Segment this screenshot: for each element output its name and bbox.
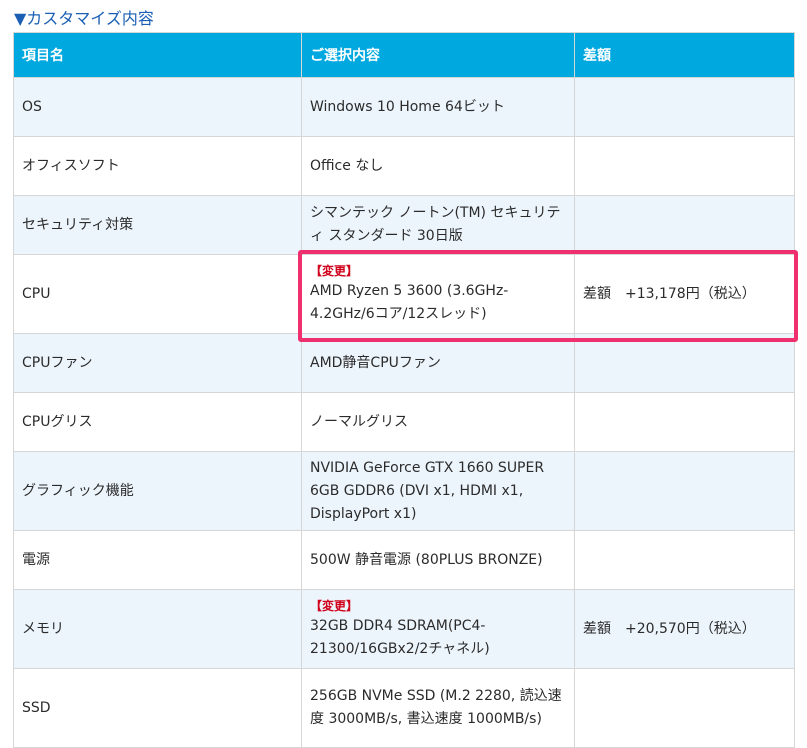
row-selection: 【変更】 32GB DDR4 SDRAM(PC4-21300/16GBx2/2チ… (301, 589, 575, 669)
selection-text: Windows 10 Home 64ビット (310, 98, 505, 115)
row-item-name: CPUグリス (13, 392, 302, 452)
row-difference (574, 451, 795, 531)
table-row: CPU 【変更】 AMD Ryzen 5 3600 (3.6GHz-4.2GHz… (13, 254, 795, 334)
changed-badge: 【変更】 (310, 264, 359, 278)
table-row: セキュリティ対策 シマンテック ノートン(TM) セキュリティ スタンダード 3… (13, 195, 795, 255)
row-difference: 差額 +13,178円（税込） (574, 254, 795, 334)
row-item-name: CPUファン (13, 333, 302, 393)
row-selection: シマンテック ノートン(TM) セキュリティ スタンダード 30日版 (301, 195, 575, 255)
selection-text: 32GB DDR4 SDRAM(PC4-21300/16GBx2/2チャネル) (310, 618, 490, 657)
column-header-selection: ご選択内容 (301, 32, 575, 78)
selection-text: シマンテック ノートン(TM) セキュリティ スタンダード 30日版 (310, 205, 561, 244)
row-item-name: メモリ (13, 589, 302, 669)
selection-text: 500W 静音電源 (80PLUS BRONZE) (310, 551, 543, 568)
row-difference (574, 195, 795, 255)
table-row: CPUグリス ノーマルグリス (13, 392, 795, 452)
row-difference (574, 333, 795, 393)
row-item-name: セキュリティ対策 (13, 195, 302, 255)
table-row: SSD 256GB NVMe SSD (M.2 2280, 読込速度 3000M… (13, 668, 795, 748)
column-header-difference: 差額 (574, 32, 795, 78)
row-item-name: 電源 (13, 530, 302, 590)
row-selection: 【変更】 AMD Ryzen 5 3600 (3.6GHz-4.2GHz/6コア… (301, 254, 575, 334)
table-header-row: 項目名 ご選択内容 差額 (13, 32, 795, 78)
table-row: 電源 500W 静音電源 (80PLUS BRONZE) (13, 530, 795, 590)
changed-badge: 【変更】 (310, 599, 359, 613)
row-selection: AMD静音CPUファン (301, 333, 575, 393)
row-selection: 500W 静音電源 (80PLUS BRONZE) (301, 530, 575, 590)
table-row: CPUファン AMD静音CPUファン (13, 333, 795, 393)
row-item-name: CPU (13, 254, 302, 334)
row-selection: Office なし (301, 136, 575, 196)
row-difference (574, 668, 795, 748)
row-selection: NVIDIA GeForce GTX 1660 SUPER 6GB GDDR6 … (301, 451, 575, 531)
row-difference: 差額 +20,570円（税込） (574, 589, 795, 669)
row-selection: Windows 10 Home 64ビット (301, 77, 575, 137)
selection-text: Office なし (310, 157, 384, 174)
table-row: OS Windows 10 Home 64ビット (13, 77, 795, 137)
column-header-item: 項目名 (13, 32, 302, 78)
row-item-name: SSD (13, 668, 302, 748)
table-row: グラフィック機能 NVIDIA GeForce GTX 1660 SUPER 6… (13, 451, 795, 531)
selection-text: NVIDIA GeForce GTX 1660 SUPER 6GB GDDR6 … (310, 459, 545, 522)
customization-table: 項目名 ご選択内容 差額 OS Windows 10 Home 64ビット オフ… (13, 32, 795, 748)
selection-text: 256GB NVMe SSD (M.2 2280, 読込速度 3000MB/s,… (310, 688, 562, 727)
selection-text: ノーマルグリス (310, 413, 408, 430)
table-row: オフィスソフト Office なし (13, 136, 795, 196)
row-item-name: OS (13, 77, 302, 137)
selection-text: AMD静音CPUファン (310, 354, 441, 371)
row-item-name: オフィスソフト (13, 136, 302, 196)
row-difference (574, 77, 795, 137)
row-difference (574, 392, 795, 452)
row-difference (574, 530, 795, 590)
row-selection: ノーマルグリス (301, 392, 575, 452)
selection-text: AMD Ryzen 5 3600 (3.6GHz-4.2GHz/6コア/12スレ… (310, 283, 509, 322)
row-selection: 256GB NVMe SSD (M.2 2280, 読込速度 3000MB/s,… (301, 668, 575, 748)
row-difference (574, 136, 795, 196)
table-row: メモリ 【変更】 32GB DDR4 SDRAM(PC4-21300/16GBx… (13, 589, 795, 669)
section-title: ▼カスタマイズ内容 (14, 9, 154, 28)
row-item-name: グラフィック機能 (13, 451, 302, 531)
